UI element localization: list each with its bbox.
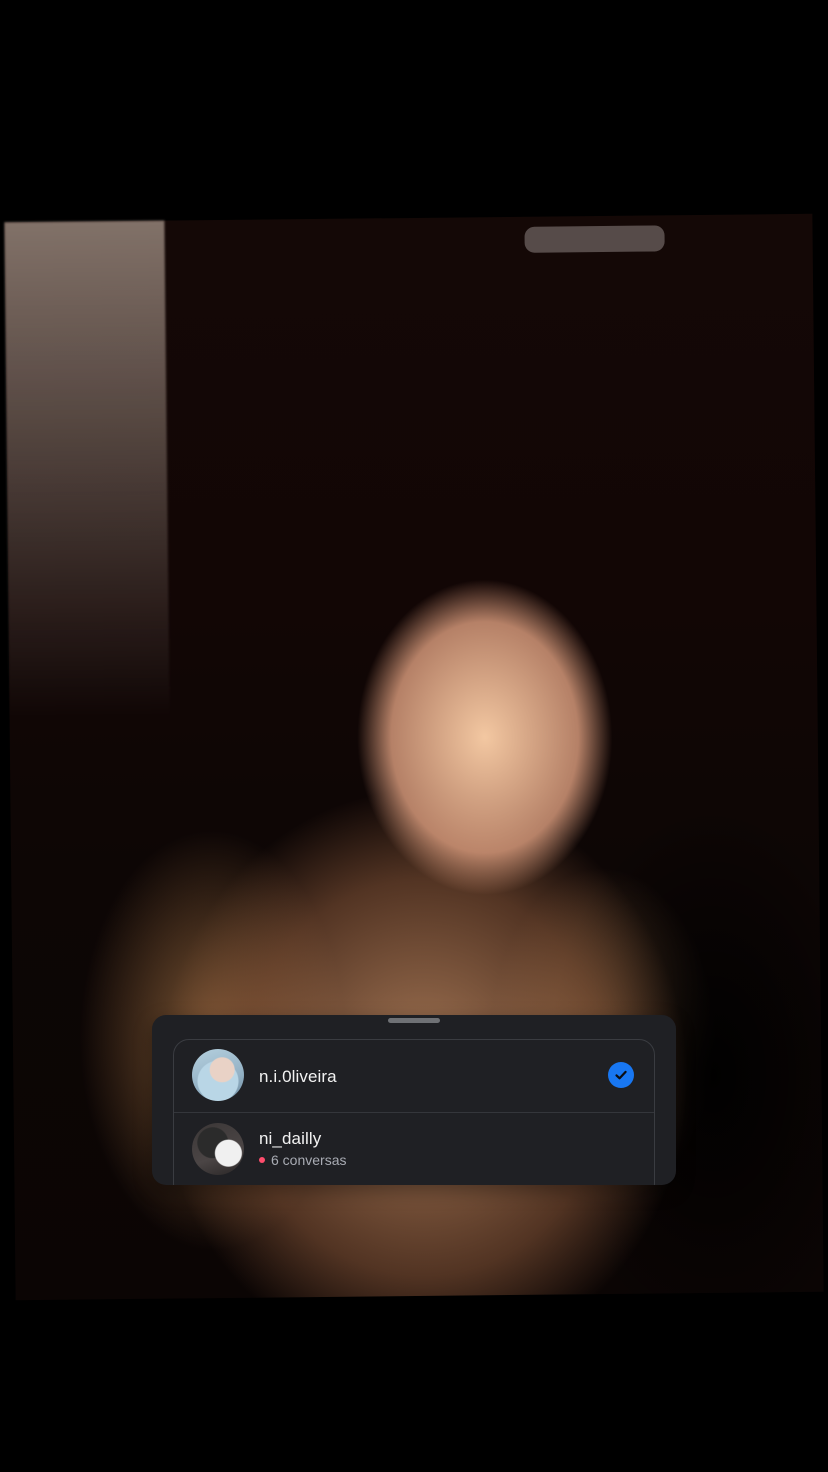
checkmark-circle-icon	[608, 1062, 634, 1088]
account-subtitle: 6 conversas	[259, 1152, 346, 1168]
conversations-count: 6 conversas	[271, 1152, 347, 1168]
account-row-n-i-0liveira[interactable]: n.i.0liveira	[174, 1040, 654, 1112]
account-switcher-sheet: n.i.0liveira ni_dailly 6 conversas	[152, 1015, 676, 1185]
sheet-grabber-handle[interactable]	[388, 1018, 440, 1023]
account-username: n.i.0liveira	[259, 1067, 337, 1086]
avatar	[192, 1123, 244, 1175]
avatar	[192, 1049, 244, 1101]
account-username: ni_dailly	[259, 1129, 322, 1148]
dot-icon	[259, 1157, 265, 1163]
account-row-ni-dailly[interactable]: ni_dailly 6 conversas	[174, 1113, 654, 1185]
account-list: n.i.0liveira ni_dailly 6 conversas	[173, 1039, 655, 1185]
